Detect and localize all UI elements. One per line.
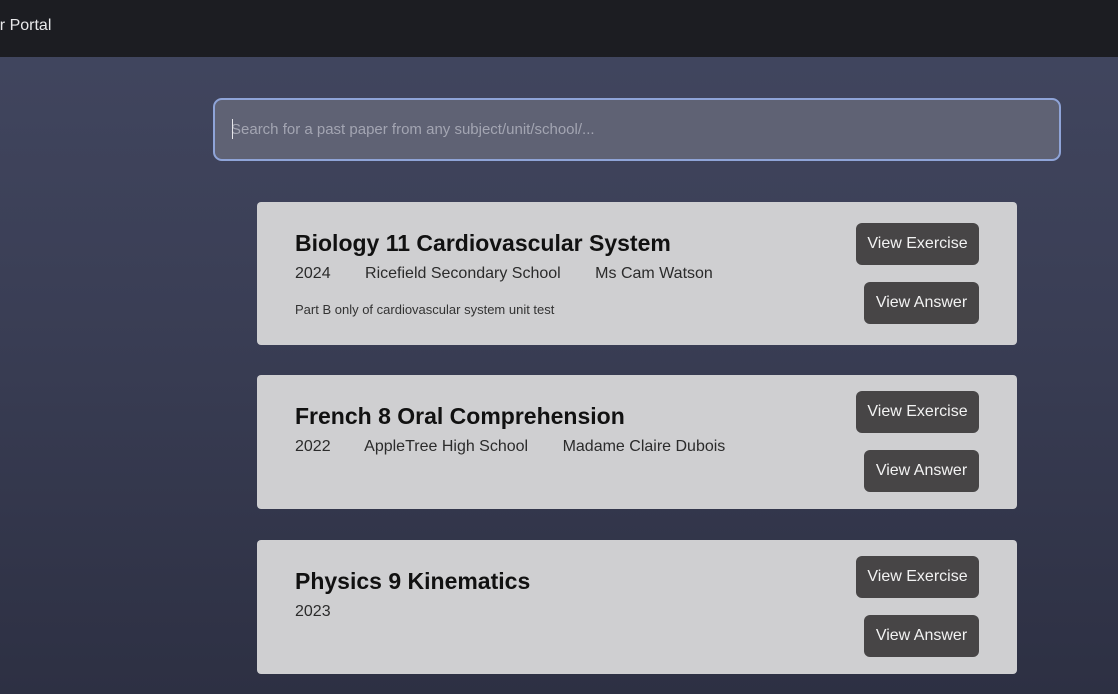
view-answer-button[interactable]: View Answer [864,615,979,657]
paper-card: French 8 Oral Comprehension 2022 AppleTr… [257,375,1017,509]
text-cursor [232,119,233,139]
paper-school: AppleTree High School [364,438,529,455]
view-answer-button[interactable]: View Answer [864,450,979,492]
paper-year: 2024 [295,265,331,282]
paper-year: 2022 [295,438,331,455]
paper-title: Biology 11 Cardiovascular System [295,230,671,256]
top-bar: per Portal [0,0,1118,57]
paper-description: Part B only of cardiovascular system uni… [295,302,555,317]
paper-teacher: Ms Cam Watson [595,265,713,282]
view-answer-button[interactable]: View Answer [864,282,979,324]
view-exercise-button[interactable]: View Exercise [856,391,979,433]
paper-title: French 8 Oral Comprehension [295,403,625,429]
view-exercise-button[interactable]: View Exercise [856,223,979,265]
paper-meta: 2023 [295,603,361,621]
app-title: per Portal [0,17,52,34]
search-input[interactable] [231,100,1041,159]
paper-card: Physics 9 Kinematics 2023 View Exercise … [257,540,1017,674]
paper-teacher: Madame Claire Dubois [562,438,726,455]
search-box[interactable] [213,98,1061,161]
paper-year: 2023 [295,603,331,620]
paper-school: Ricefield Secondary School [365,265,561,282]
paper-card: Biology 11 Cardiovascular System 2024 Ri… [257,202,1017,345]
paper-title: Physics 9 Kinematics [295,568,531,594]
view-exercise-button[interactable]: View Exercise [856,556,979,598]
paper-meta: 2024 Ricefield Secondary School Ms Cam W… [295,265,743,283]
paper-meta: 2022 AppleTree High School Madame Claire… [295,438,755,456]
